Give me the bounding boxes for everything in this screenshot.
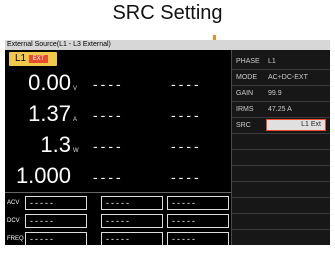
setting-key: IRMS [236, 106, 254, 113]
src-field[interactable]: L1 Ext [266, 119, 326, 131]
measurement-l2: ---- [93, 138, 124, 154]
acv-field-l1[interactable]: ----- [25, 196, 87, 210]
measurement-l3: ---- [171, 76, 202, 92]
measurement-row-voltage: 0.00 V ---- ---- [5, 68, 231, 98]
setting-src[interactable]: SRC L1 Ext [232, 118, 330, 134]
setting-value: 99.9 [268, 90, 282, 97]
measurement-l2: ---- [93, 169, 124, 185]
ext-badge: EXT [29, 55, 48, 63]
setting-gain[interactable]: GAIN 99.9 [232, 86, 330, 102]
measurement-unit: A [73, 117, 78, 123]
measurement-unit: V [73, 86, 78, 92]
setting-value: L1 [268, 58, 276, 65]
acv-field-l3[interactable]: ----- [167, 196, 229, 210]
setting-value: AC+DC-EXT [268, 74, 308, 81]
measurement-row-power: 1.3 W ---- ---- [5, 130, 231, 160]
setting-key: GAIN [236, 90, 254, 97]
instrument-screen: External Source(L1 - L3 External) L1 EXT… [5, 40, 330, 245]
freq-field-l2[interactable]: ----- [101, 232, 163, 245]
dcv-label: DCV [7, 218, 20, 224]
setting-phase[interactable]: PHASE L1 [232, 54, 330, 70]
empty-row [232, 214, 330, 230]
measurement-l3: ---- [171, 107, 202, 123]
freq-field-l1[interactable]: ----- [25, 232, 87, 245]
empty-row [232, 198, 330, 214]
setting-key: MODE [236, 74, 257, 81]
empty-row [232, 182, 330, 198]
freq-field-l3[interactable]: ----- [167, 232, 229, 245]
measurement-panel: L1 EXT 0.00 V ---- ---- 1.37 A ---- ----… [5, 50, 231, 245]
setting-irms[interactable]: IRMS 47.25 A [232, 102, 330, 118]
setting-value: 47.25 A [268, 106, 292, 113]
measurement-value: 1.37 [28, 101, 71, 126]
measurement-value: 0.00 [28, 70, 71, 95]
measurement-l2: ---- [93, 107, 124, 123]
acv-field-l2[interactable]: ----- [101, 196, 163, 210]
measurement-value: 1.3 [40, 132, 71, 157]
setting-mode[interactable]: MODE AC+DC-EXT [232, 70, 330, 86]
screen-title: External Source(L1 - L3 External) [5, 40, 330, 50]
measurement-row-current: 1.37 A ---- ---- [5, 99, 231, 129]
settings-panel: PHASE L1 MODE AC+DC-EXT GAIN 99.9 IRMS 4… [231, 50, 330, 245]
empty-row [232, 134, 330, 150]
measurement-l3: ---- [171, 138, 202, 154]
measurement-l3: ---- [171, 169, 202, 185]
callout-title: SRC Setting [112, 2, 223, 24]
dcv-field-l1[interactable]: ----- [25, 214, 87, 228]
dcv-field-l3[interactable]: ----- [167, 214, 229, 228]
empty-row [232, 150, 330, 166]
divider [5, 192, 231, 193]
measurement-value: 1.000 [15, 163, 71, 188]
acv-label: ACV [7, 200, 20, 206]
src-key: SRC [236, 122, 251, 129]
measurement-row-pf: 1.000 ---- ---- [5, 161, 231, 191]
channel-label: L1 [15, 53, 27, 64]
measurement-unit: W [73, 148, 79, 154]
measurement-l2: ---- [93, 76, 124, 92]
channel-tab[interactable]: L1 EXT [9, 52, 57, 66]
dcv-field-l2[interactable]: ----- [101, 214, 163, 228]
setting-key: PHASE [236, 58, 260, 65]
freq-label: FREQ [7, 236, 24, 242]
empty-row [232, 166, 330, 182]
